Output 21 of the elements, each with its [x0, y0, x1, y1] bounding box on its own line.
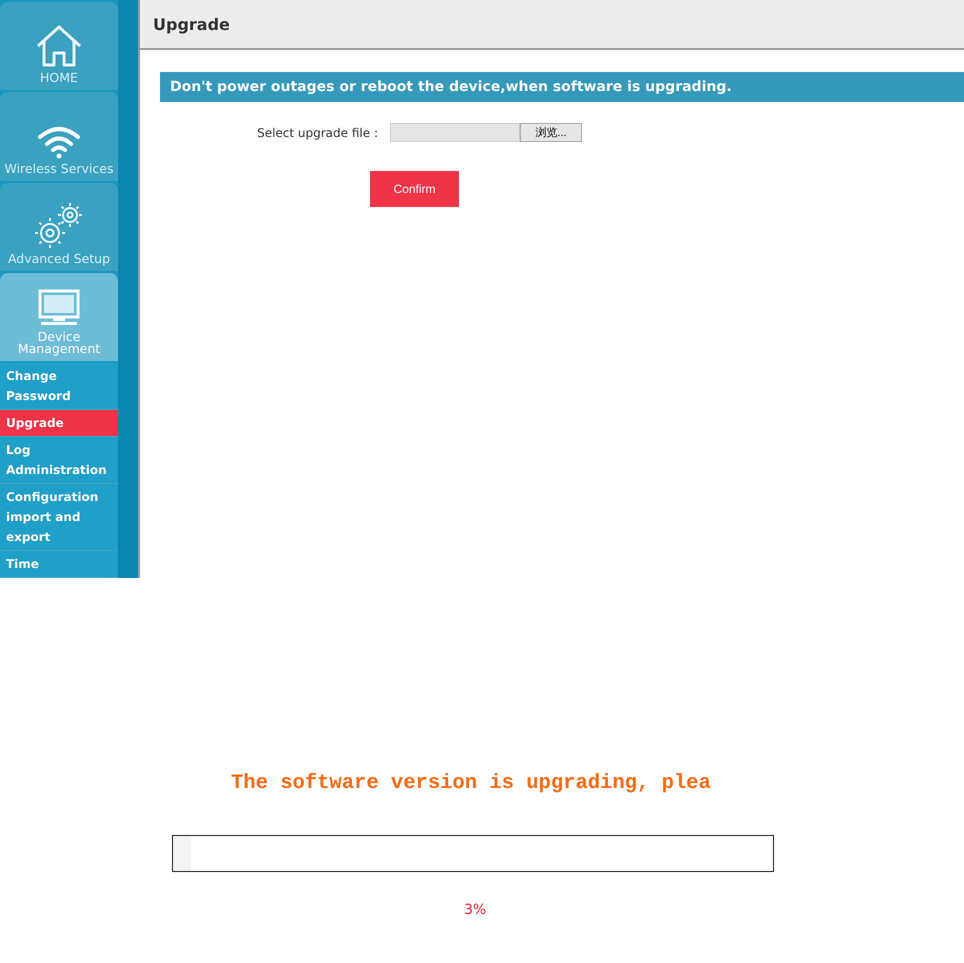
- wifi-icon: [37, 124, 81, 158]
- nav-tile[interactable]: HOME: [0, 2, 118, 90]
- page-title: Upgrade: [153, 14, 230, 34]
- browse-button[interactable]: 浏览...: [520, 123, 582, 142]
- field-label: Select upgrade file :: [256, 126, 379, 140]
- confirm-button[interactable]: Confirm: [370, 171, 459, 207]
- file-input[interactable]: [390, 123, 520, 142]
- monitor-icon: [37, 289, 81, 327]
- house-icon: [34, 24, 84, 68]
- gears-icon: [34, 200, 84, 249]
- nav-tile[interactable]: Advanced Setup: [0, 182, 118, 271]
- warning-banner: Don't power outages or reboot the device,when software is upgrading.: [160, 72, 964, 102]
- nav-tile[interactable]: Wireless Services: [0, 92, 118, 180]
- menu-item[interactable]: Change Password: [0, 363, 118, 410]
- progress-reading: 3%: [464, 902, 486, 918]
- menu-item[interactable]: Configuration import and export: [0, 484, 118, 551]
- nav-tile[interactable]: Device Management: [0, 272, 118, 361]
- menu-item[interactable]: Log Administration: [0, 437, 118, 484]
- menu-item[interactable]: Upgrade: [0, 410, 118, 437]
- menu-item[interactable]: Time: [0, 551, 118, 578]
- status-message: The software version is upgrading, plea: [231, 772, 712, 795]
